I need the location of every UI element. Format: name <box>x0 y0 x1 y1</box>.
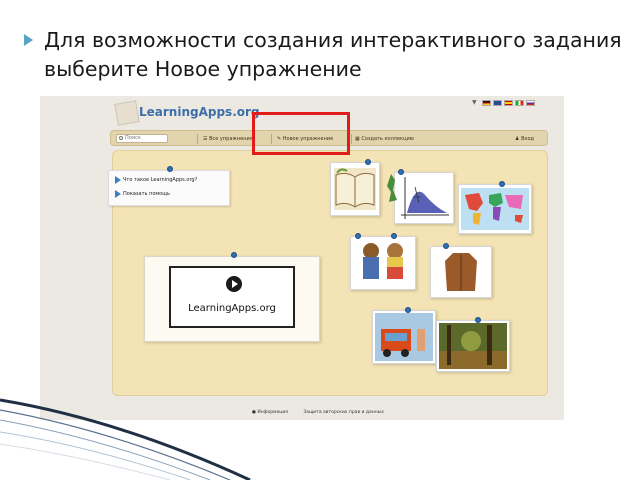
bears-icon <box>363 243 403 279</box>
thumbnail-truck[interactable] <box>372 307 436 364</box>
chevron-down-icon[interactable]: ▼ <box>472 99 477 106</box>
truck-icon <box>375 313 433 361</box>
book-icon <box>334 168 376 210</box>
video-frame: LearningApps.org <box>169 266 295 328</box>
thumbnail-dinosaur[interactable] <box>383 170 405 204</box>
language-flags: ▼ <box>472 99 535 106</box>
thumbnail-bears[interactable] <box>350 233 416 290</box>
pin-icon <box>475 317 481 323</box>
intro-video[interactable]: LearningApps.org <box>144 252 320 342</box>
dinosaur-icon <box>387 174 397 202</box>
flag-it-icon[interactable] <box>514 99 524 106</box>
new-exercise-highlight <box>252 112 350 155</box>
search-input[interactable]: Поиск <box>116 134 168 143</box>
all-exercises-button[interactable]: ☰ Все упражнения <box>203 134 253 144</box>
pin-icon <box>231 252 237 258</box>
logo-text: LearningApps.org <box>139 105 260 119</box>
site-footer: ● Информация Защита авторских прав и дан… <box>252 410 384 415</box>
pin-icon <box>355 233 361 239</box>
pin-icon <box>391 233 397 239</box>
thumbnail-forest[interactable] <box>436 317 510 372</box>
terms-link[interactable]: Защита авторских прав и данных <box>303 410 383 415</box>
triangle-icon <box>115 176 121 184</box>
pin-icon <box>405 307 411 313</box>
search-icon <box>119 136 123 140</box>
flag-de-icon[interactable] <box>481 99 491 106</box>
bullet-arrow-icon <box>24 34 33 46</box>
create-collection-button[interactable]: ▦ Создать коллекцию <box>355 134 414 144</box>
decorative-lines <box>0 398 251 480</box>
logo-frame-icon <box>114 100 140 126</box>
what-is-link[interactable]: Что такое LearningApps.org? <box>115 175 197 185</box>
slide-bullet-text: Для возможности создания интерактивного … <box>24 26 624 84</box>
thumbnail-book[interactable] <box>330 159 380 216</box>
pin-icon <box>443 243 449 249</box>
show-help-link[interactable]: Показать помощь <box>115 189 170 199</box>
flag-gb-icon[interactable] <box>492 99 502 106</box>
triangle-icon <box>115 190 121 198</box>
map-icon <box>461 188 529 230</box>
pin-icon <box>499 181 505 187</box>
forest-icon <box>439 323 507 369</box>
flag-es-icon[interactable] <box>503 99 513 106</box>
thumbnail-world-map[interactable] <box>458 181 532 234</box>
menu-divider <box>197 134 198 144</box>
help-panel: Что такое LearningApps.org? Показать пом… <box>108 166 230 206</box>
login-button[interactable]: ♟ Вход <box>515 134 534 144</box>
coat-icon <box>445 253 477 291</box>
flag-ru-icon[interactable] <box>525 99 535 106</box>
play-icon[interactable] <box>226 276 242 292</box>
pin-icon <box>167 166 173 172</box>
pin-icon <box>365 159 371 165</box>
thumbnail-coat[interactable] <box>430 243 492 298</box>
video-label: LearningApps.org <box>188 303 276 314</box>
menu-divider <box>351 134 352 144</box>
